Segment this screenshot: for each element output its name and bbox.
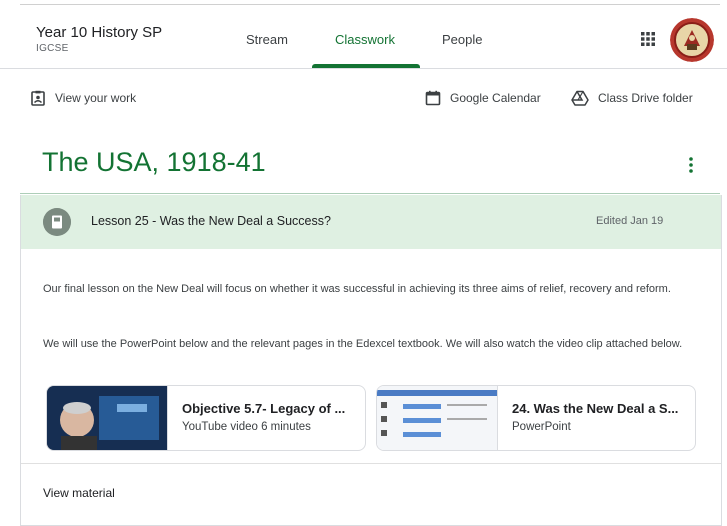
active-tab-indicator [312, 64, 420, 68]
tab-classwork[interactable]: Classwork [335, 32, 395, 47]
class-drive-folder-link[interactable]: Class Drive folder [571, 90, 693, 106]
attachment-title: 24. Was the New Deal a S... [512, 401, 679, 416]
video-thumbnail [47, 386, 168, 450]
apps-grid-icon[interactable] [640, 31, 656, 47]
description-paragraph: We will use the PowerPoint below and the… [43, 338, 683, 350]
calendar-icon [425, 90, 441, 106]
google-calendar-label: Google Calendar [450, 91, 541, 105]
topic-title: The USA, 1918-41 [42, 147, 266, 177]
slide-thumbnail [377, 386, 498, 450]
drive-icon [571, 90, 589, 106]
class-section: IGCSE [36, 43, 69, 54]
attachment-subtitle: PowerPoint [512, 421, 571, 433]
view-material-link[interactable]: View material [43, 486, 115, 500]
class-name[interactable]: Year 10 History SP [36, 24, 162, 41]
material-icon [43, 208, 71, 236]
top-app-bar: Year 10 History SP IGCSE Stream Classwor… [0, 0, 727, 69]
divider [20, 4, 720, 5]
more-vert-icon[interactable] [688, 156, 694, 174]
attachment-subtitle: YouTube video 6 minutes [182, 421, 311, 433]
assignment-card-header[interactable]: Lesson 25 - Was the New Deal a Success? … [21, 195, 721, 249]
view-your-work-label: View your work [55, 91, 137, 105]
attachment-title: Objective 5.7- Legacy of ... [182, 401, 346, 416]
class-drive-folder-label: Class Drive folder [598, 91, 693, 105]
assignment-card: Lesson 25 - Was the New Deal a Success? … [20, 195, 722, 526]
attachment-youtube-video[interactable]: Objective 5.7- Legacy of ... YouTube vid… [46, 385, 366, 451]
card-divider [21, 463, 721, 464]
avatar[interactable] [670, 18, 714, 62]
assignment-title: Lesson 25 - Was the New Deal a Success? [91, 214, 331, 228]
view-your-work-link[interactable]: View your work [30, 90, 136, 106]
description-paragraph: Our final lesson on the New Deal will fo… [43, 283, 671, 295]
topic-divider [20, 193, 720, 194]
tab-people[interactable]: People [442, 32, 482, 47]
edited-date: Edited Jan 19 [596, 215, 664, 227]
google-calendar-link[interactable]: Google Calendar [425, 90, 541, 106]
tab-stream[interactable]: Stream [246, 32, 288, 47]
assignment-ind-icon [31, 90, 45, 106]
attachment-powerpoint[interactable]: 24. Was the New Deal a S... PowerPoint [376, 385, 696, 451]
